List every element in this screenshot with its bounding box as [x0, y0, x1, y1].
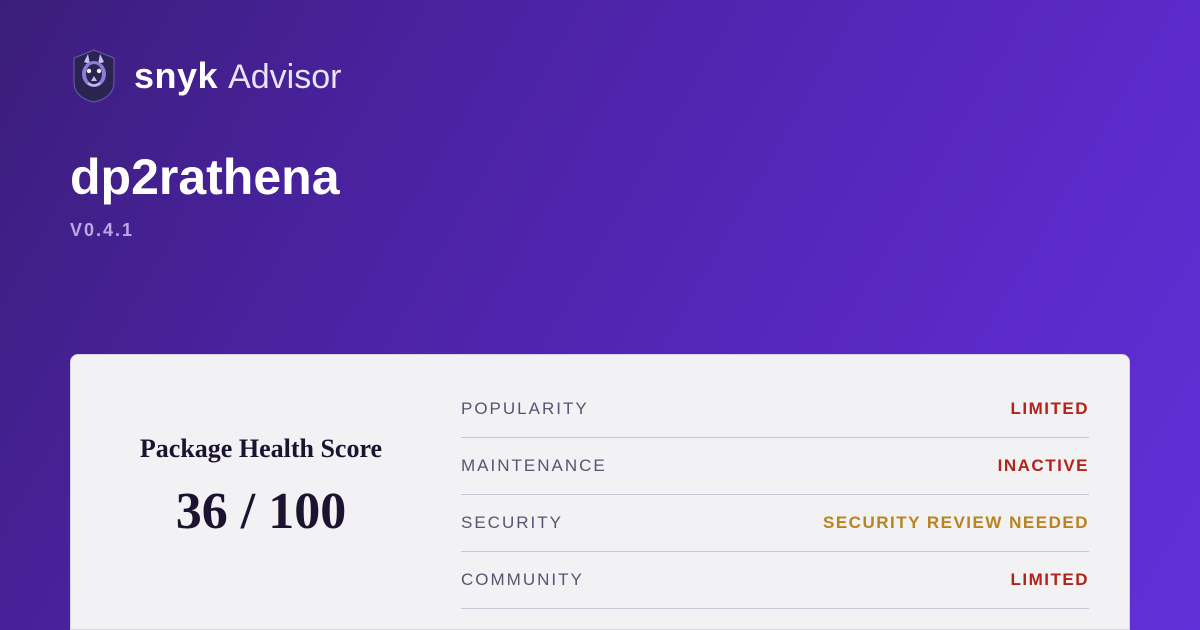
- metric-row: SECURITY SECURITY REVIEW NEEDED: [461, 495, 1089, 552]
- brand-product: Advisor: [228, 58, 341, 97]
- snyk-logo-icon: [70, 48, 118, 104]
- package-name: dp2rathena: [70, 148, 1130, 206]
- metric-value: LIMITED: [1011, 570, 1090, 590]
- metric-value: INACTIVE: [998, 456, 1089, 476]
- score-value: 36 / 100: [176, 482, 346, 541]
- metric-value: LIMITED: [1011, 399, 1090, 419]
- brand-name: snyk: [134, 55, 218, 97]
- metric-value: SECURITY REVIEW NEEDED: [823, 513, 1089, 533]
- metric-label: COMMUNITY: [461, 570, 584, 590]
- metrics-list: POPULARITY LIMITED MAINTENANCE INACTIVE SECU…: [451, 355, 1129, 629]
- metric-row: POPULARITY LIMITED: [461, 381, 1089, 438]
- brand-header: snyk Advisor: [70, 48, 1130, 104]
- metric-label: SECURITY: [461, 513, 563, 533]
- metric-label: MAINTENANCE: [461, 456, 607, 476]
- health-card: Package Health Score 36 / 100 POPULARITY…: [70, 354, 1130, 630]
- package-version: V0.4.1: [70, 220, 1130, 241]
- score-panel: Package Health Score 36 / 100: [71, 355, 451, 629]
- metric-row: MAINTENANCE INACTIVE: [461, 438, 1089, 495]
- metric-label: POPULARITY: [461, 399, 589, 419]
- score-label: Package Health Score: [140, 434, 382, 464]
- metric-row: COMMUNITY LIMITED: [461, 552, 1089, 609]
